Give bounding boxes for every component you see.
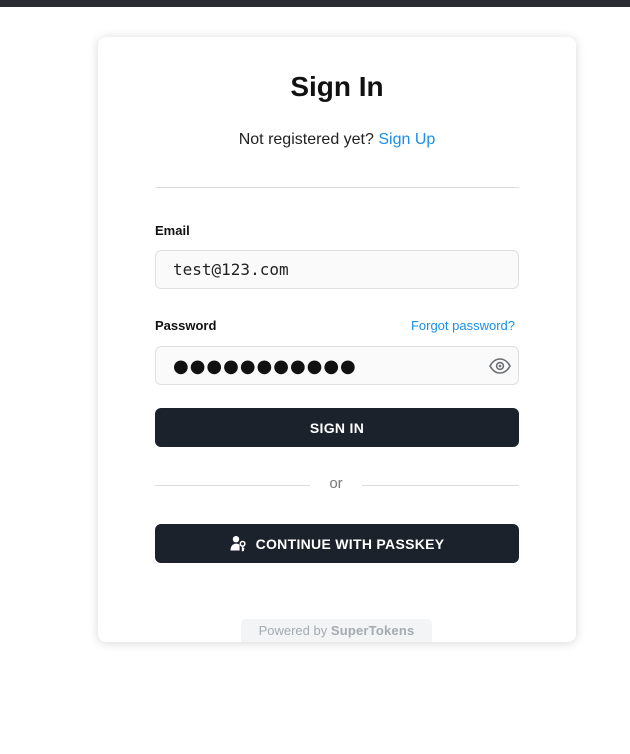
user-key-icon [230, 535, 247, 552]
signup-prompt: Not registered yet? Sign Up [98, 131, 576, 149]
passkey-button-label: CONTINUE WITH PASSKEY [255, 535, 445, 552]
page-title: Sign In [290, 71, 384, 102]
or-divider-left [155, 485, 310, 486]
password-label: Password [155, 318, 217, 333]
or-separator: or [329, 475, 343, 492]
eye-icon[interactable] [488, 355, 512, 377]
header-divider [155, 187, 519, 188]
signin-card: Sign In Not registered yet? Sign Up Emai… [98, 37, 576, 642]
email-label: Email [155, 223, 190, 238]
powered-by-text: Powered by [258, 623, 328, 638]
forgot-password-link[interactable]: Forgot password? [411, 318, 515, 333]
top-bar [0, 0, 630, 7]
signup-prompt-text: Not registered yet? [238, 131, 374, 148]
supertokens-brand: SuperTokens [330, 623, 415, 638]
sign-in-button[interactable]: SIGN IN [155, 408, 519, 447]
password-masked-value: ●●●●●●●●●●● [173, 356, 357, 377]
signup-link[interactable]: Sign Up [378, 131, 435, 148]
continue-with-passkey-button[interactable]: CONTINUE WITH PASSKEY [155, 524, 519, 563]
password-input[interactable]: ●●●●●●●●●●● [155, 346, 519, 385]
email-field-wrapper [155, 250, 519, 289]
or-divider-right [362, 485, 519, 486]
email-input[interactable] [156, 251, 518, 288]
powered-by-badge[interactable]: Powered by SuperTokens [241, 619, 432, 642]
